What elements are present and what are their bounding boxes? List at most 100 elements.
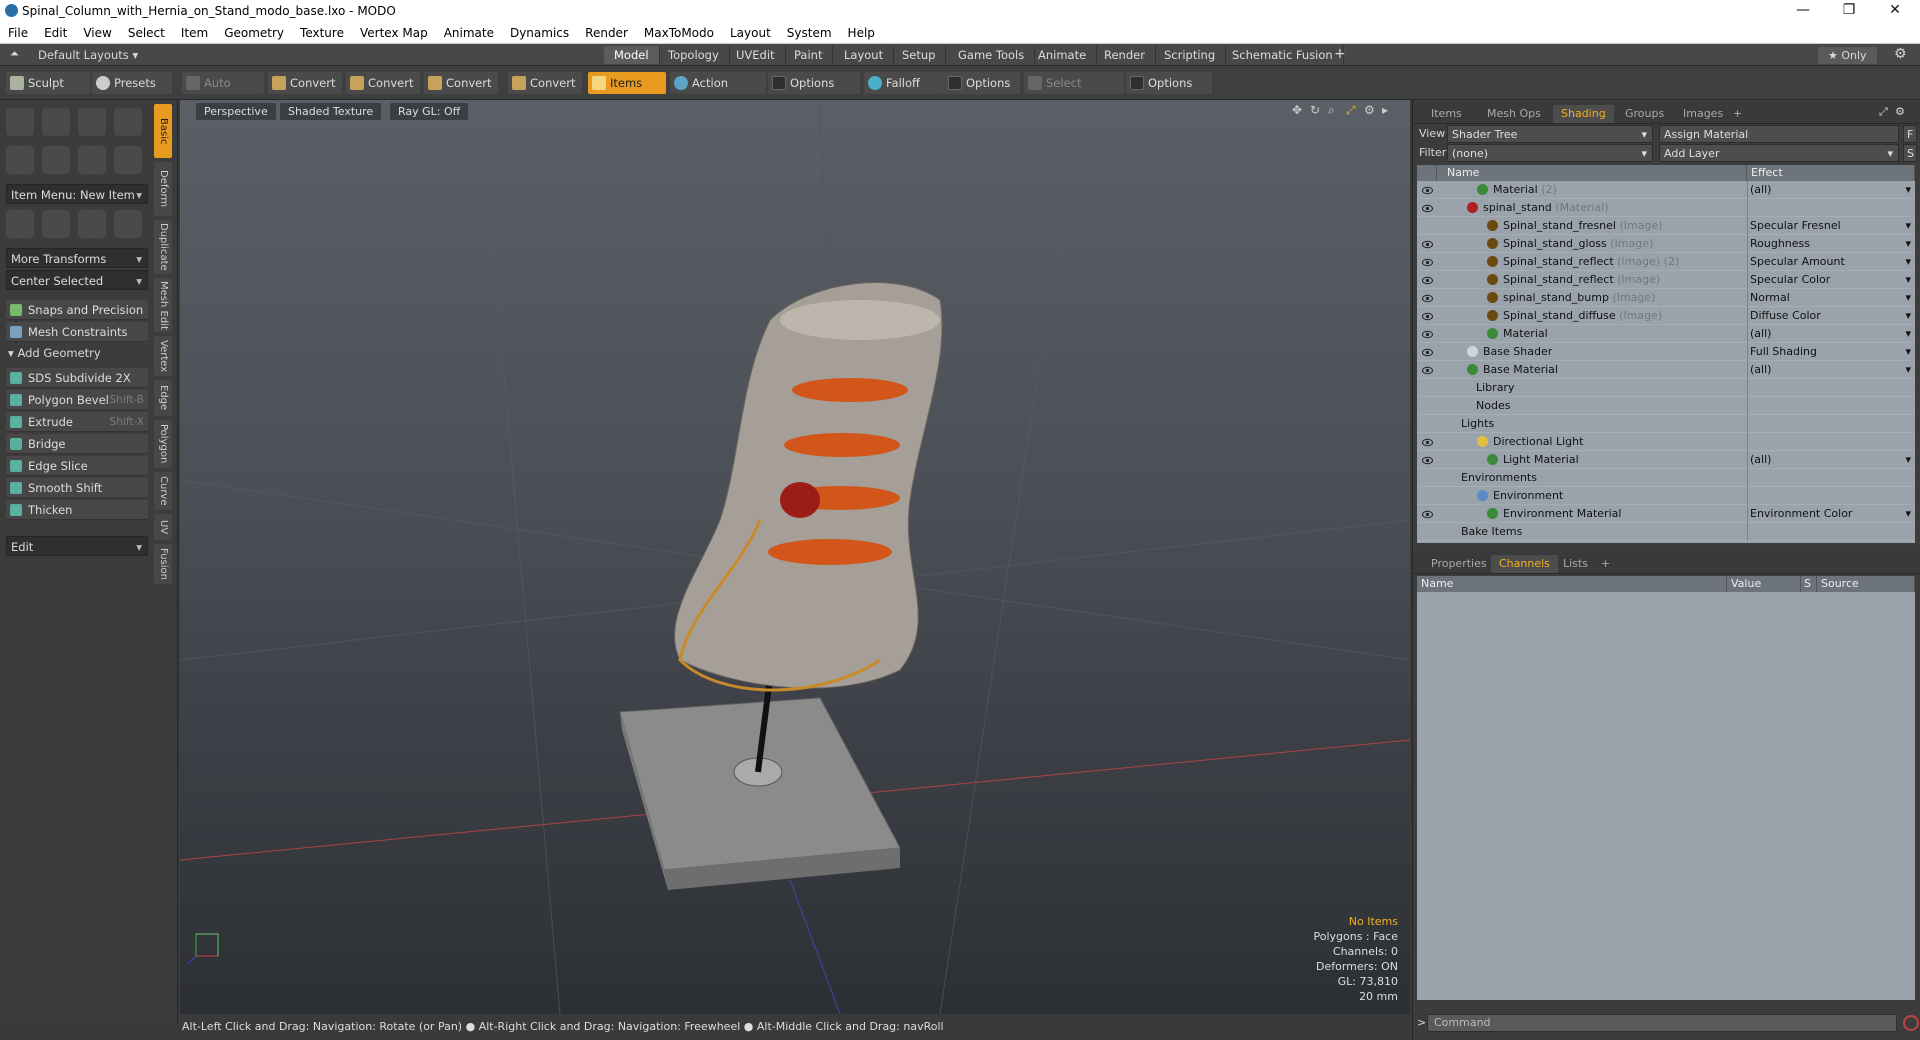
row-effect[interactable]: Specular Fresnel <box>1747 217 1915 235</box>
tab-model[interactable]: Model <box>604 46 660 64</box>
visibility-eye-icon[interactable] <box>1422 508 1433 519</box>
options-button-1[interactable]: Options <box>768 72 860 94</box>
add-layer-dropdown[interactable]: Add Layer <box>1659 144 1899 163</box>
tab-shading[interactable]: Shading <box>1553 105 1614 123</box>
shader-tree-row[interactable]: Spinal_stand_gloss (Image) Roughness <box>1417 235 1915 253</box>
menu-help[interactable]: Help <box>840 26 883 40</box>
vtab-duplicate[interactable]: Duplicate <box>154 220 172 274</box>
minimize-button[interactable]: — <box>1780 0 1826 22</box>
tab-game-tools[interactable]: Game Tools <box>948 46 1036 64</box>
shader-tree-row[interactable]: Material (all) <box>1417 325 1915 343</box>
tab-images[interactable]: Images <box>1675 105 1731 123</box>
shader-tree-row[interactable]: Environments <box>1417 469 1915 487</box>
sculpt-button[interactable]: Sculpt <box>6 72 90 94</box>
menu-select[interactable]: Select <box>120 26 173 40</box>
default-layouts-dropdown[interactable]: Default Layouts ▾ <box>38 48 138 62</box>
layout-collapse-icon[interactable]: ⏶ <box>10 47 19 61</box>
shader-tree-row[interactable]: Library <box>1417 379 1915 397</box>
presets-button[interactable]: Presets F6 <box>92 72 172 112</box>
panel-gear-icon[interactable]: ⚙ <box>1895 105 1905 118</box>
menu-vertex-map[interactable]: Vertex Map <box>352 26 436 40</box>
visibility-eye-icon[interactable] <box>1422 310 1433 321</box>
channel-name-header[interactable]: Name <box>1417 576 1727 592</box>
vtab-curve[interactable]: Curve <box>154 472 172 510</box>
s-button[interactable]: S <box>1903 144 1917 162</box>
row-effect[interactable]: (all) <box>1747 361 1915 379</box>
shader-tree-row[interactable]: Spinal_stand_fresnel (Image) Specular Fre… <box>1417 217 1915 235</box>
tab-scripting[interactable]: Scripting <box>1154 46 1227 64</box>
vtab-mesh-edit[interactable]: Mesh Edit <box>154 278 172 332</box>
3d-viewport[interactable]: Perspective Shaded Texture Ray GL: Off ✥… <box>180 100 1410 1014</box>
grid-icon[interactable] <box>42 210 70 238</box>
auto-select-button[interactable]: Auto Select <box>182 72 264 112</box>
channel-s-header[interactable]: S <box>1801 576 1817 592</box>
visibility-eye-icon[interactable] <box>1422 238 1433 249</box>
capsule-icon[interactable] <box>42 146 70 174</box>
assign-material-button[interactable]: Assign Material <box>1659 125 1899 143</box>
row-effect[interactable]: Diffuse Color <box>1747 307 1915 325</box>
row-effect[interactable]: Normal <box>1747 289 1915 307</box>
only-toggle-button[interactable]: ★ Only <box>1818 47 1877 64</box>
cone-icon[interactable] <box>114 108 142 136</box>
polygon-bevel-button[interactable]: Polygon Bevel Shift-B <box>6 390 148 410</box>
close-button[interactable]: ✕ <box>1872 0 1918 22</box>
falloff-button[interactable]: Falloff <box>864 72 944 94</box>
shader-tree-row[interactable]: spinal_stand_bump (Image) Normal <box>1417 289 1915 307</box>
action-center-button[interactable]: Action Center <box>670 72 766 112</box>
visibility-eye-icon[interactable] <box>1422 256 1433 267</box>
tab-properties[interactable]: Properties <box>1423 555 1495 573</box>
tab-channels[interactable]: Channels <box>1491 555 1558 573</box>
menu-texture[interactable]: Texture <box>292 26 352 40</box>
pen-icon[interactable] <box>78 146 106 174</box>
add-geometry-header[interactable]: ▾ Add Geometry <box>8 346 101 360</box>
tab-schematic-fusion[interactable]: Schematic Fusion <box>1222 46 1344 64</box>
smooth-shift-button[interactable]: Smooth Shift <box>6 478 148 498</box>
menu-file[interactable]: File <box>0 26 36 40</box>
row-effect[interactable]: (all) <box>1747 181 1915 199</box>
shader-tree-row[interactable]: Bake Items <box>1417 523 1915 541</box>
shader-tree-row[interactable]: Spinal_stand_reflect (Image) (2) Specular… <box>1417 253 1915 271</box>
tab-uvedit[interactable]: UVEdit <box>726 46 786 64</box>
shader-tree-row[interactable]: Material (2) (all) <box>1417 181 1915 199</box>
row-effect[interactable]: Specular Color <box>1747 271 1915 289</box>
row-effect[interactable]: (all) <box>1747 325 1915 343</box>
vtab-polygon[interactable]: Polygon <box>154 420 172 468</box>
tab-render[interactable]: Render <box>1094 46 1156 64</box>
visibility-eye-icon[interactable] <box>1422 346 1433 357</box>
convert-button-3[interactable]: Convert <box>424 72 498 94</box>
vtab-edge[interactable]: Edge <box>154 380 172 416</box>
row-effect[interactable]: Full Shading <box>1747 343 1915 361</box>
shader-tree-row[interactable]: Environment <box>1417 487 1915 505</box>
mesh-constraints-button[interactable]: Mesh Constraints <box>6 322 148 342</box>
torus-icon[interactable] <box>6 146 34 174</box>
add-layout-tab-button[interactable]: + <box>1334 46 1346 62</box>
vtab-fusion[interactable]: Fusion <box>154 544 172 584</box>
vtab-deform[interactable]: Deform <box>154 162 172 216</box>
item-menu-dropdown[interactable]: Item Menu: New Item <box>6 184 148 205</box>
shader-tree-row[interactable]: Spinal_stand_diffuse (Image) Diffuse Colo… <box>1417 307 1915 325</box>
row-effect[interactable]: Environment Color <box>1747 505 1915 523</box>
shader-tree-row[interactable]: Environment Material Environment Color <box>1417 505 1915 523</box>
menu-view[interactable]: View <box>75 26 119 40</box>
shader-tree-row[interactable]: Light Material (all) <box>1417 451 1915 469</box>
extrude-button[interactable]: Extrude Shift-X <box>6 412 148 432</box>
cube-icon[interactable] <box>6 108 34 136</box>
maximize-button[interactable]: ❐ <box>1826 0 1872 22</box>
menu-system[interactable]: System <box>779 26 840 40</box>
gear-icon[interactable]: ⚙ <box>1894 46 1907 62</box>
convert-button-4[interactable]: Convert <box>508 72 582 94</box>
filter-dropdown[interactable]: (none) <box>1447 144 1653 163</box>
tab-layout[interactable]: Layout <box>834 46 895 64</box>
visibility-eye-icon[interactable] <box>1422 328 1433 339</box>
more-transforms-dropdown[interactable]: More Transforms <box>6 248 148 269</box>
menu-render[interactable]: Render <box>577 26 636 40</box>
expand-icon[interactable]: ⤢ <box>1879 105 1888 119</box>
tab-lists[interactable]: Lists <box>1555 555 1596 573</box>
tab-mesh-ops[interactable]: Mesh Ops <box>1479 105 1549 123</box>
edge-slice-button[interactable]: Edge Slice <box>6 456 148 476</box>
shader-tree-row[interactable]: Base Shader Full Shading <box>1417 343 1915 361</box>
tab-groups[interactable]: Groups <box>1617 105 1672 123</box>
transform-icon[interactable] <box>6 210 34 238</box>
tab-items[interactable]: Items <box>1423 105 1470 123</box>
sphere-icon[interactable] <box>42 108 70 136</box>
